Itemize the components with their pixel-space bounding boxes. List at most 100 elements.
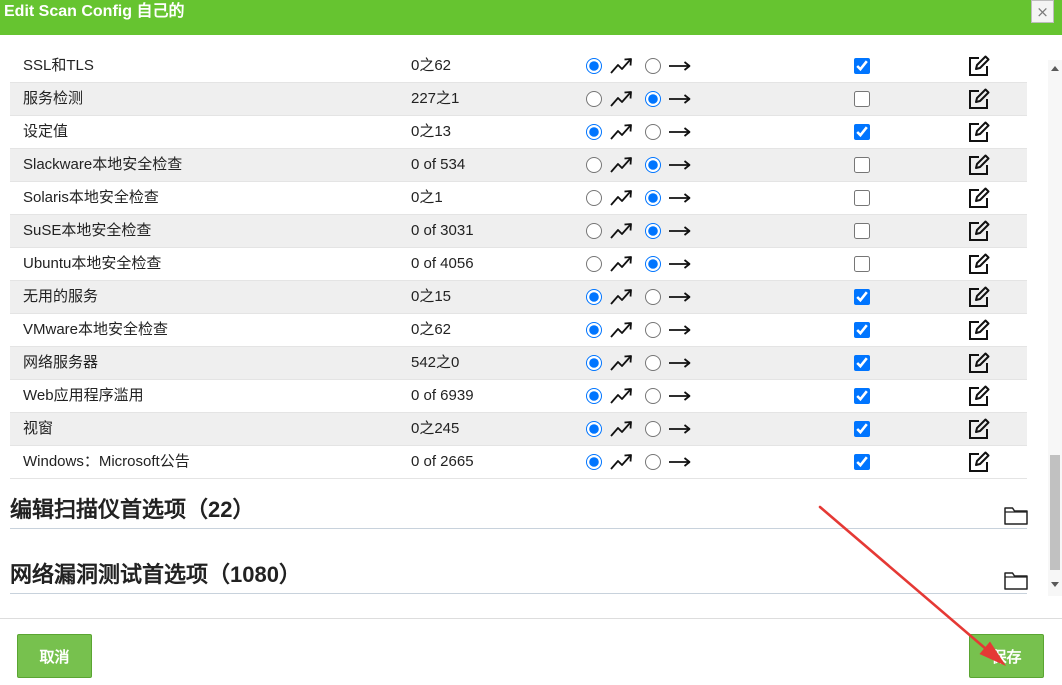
- trend-dynamic-icon: [610, 287, 634, 307]
- family-row: Ubuntu本地安全检查 0 of 4056: [10, 248, 1027, 281]
- save-button[interactable]: 保存: [969, 634, 1044, 678]
- edit-icon[interactable]: [968, 385, 990, 407]
- select-all-nvts-checkbox[interactable]: [854, 322, 870, 338]
- family-name: 无用的服务: [23, 288, 99, 305]
- trend-static-radio[interactable]: [645, 157, 661, 173]
- trend-dynamic-icon: [610, 155, 634, 175]
- scrollbar-thumb[interactable]: [1050, 455, 1060, 570]
- cancel-button[interactable]: 取消: [17, 634, 92, 678]
- family-row: 视窗 0之245: [10, 413, 1027, 446]
- close-button[interactable]: ×: [1031, 0, 1054, 23]
- edit-icon[interactable]: [968, 451, 990, 473]
- trend-dynamic-radio[interactable]: [586, 454, 602, 470]
- family-nvt-count: 0 of 534: [411, 156, 466, 173]
- select-all-nvts-checkbox[interactable]: [854, 355, 870, 371]
- trend-static-radio[interactable]: [645, 355, 661, 371]
- trend-static-radio[interactable]: [645, 256, 661, 272]
- nvt-preferences-section[interactable]: 网络漏洞测试首选项（1080）: [10, 560, 1028, 594]
- edit-icon[interactable]: [968, 88, 990, 110]
- trend-static-icon: [668, 188, 692, 208]
- trend-static-radio[interactable]: [645, 454, 661, 470]
- edit-icon[interactable]: [968, 253, 990, 275]
- family-row: 无用的服务 0之15: [10, 281, 1027, 314]
- folder-icon[interactable]: [1004, 505, 1028, 525]
- edit-icon[interactable]: [968, 55, 990, 77]
- edit-icon[interactable]: [968, 319, 990, 341]
- trend-dynamic-radio[interactable]: [586, 256, 602, 272]
- trend-dynamic-icon: [610, 320, 634, 340]
- family-name: Windows：Microsoft公告: [23, 453, 190, 470]
- trend-static-icon: [668, 419, 692, 439]
- family-nvt-count: 0之15: [411, 288, 452, 305]
- trend-dynamic-radio[interactable]: [586, 91, 602, 107]
- trend-static-icon: [668, 320, 692, 340]
- vertical-scrollbar[interactable]: [1048, 60, 1062, 596]
- family-name: Web应用程序滥用: [23, 387, 144, 404]
- edit-icon[interactable]: [968, 154, 990, 176]
- select-all-nvts-checkbox[interactable]: [854, 190, 870, 206]
- trend-static-icon: [668, 254, 692, 274]
- edit-icon[interactable]: [968, 220, 990, 242]
- trend-dynamic-radio[interactable]: [586, 223, 602, 239]
- family-name: SuSE本地安全检查: [23, 222, 152, 239]
- select-all-nvts-checkbox[interactable]: [854, 124, 870, 140]
- family-row: SSL和TLS 0之62: [10, 50, 1027, 83]
- select-all-nvts-checkbox[interactable]: [854, 388, 870, 404]
- folder-icon[interactable]: [1004, 570, 1028, 590]
- select-all-nvts-checkbox[interactable]: [854, 223, 870, 239]
- trend-dynamic-radio[interactable]: [586, 157, 602, 173]
- scanner-preferences-section[interactable]: 编辑扫描仪首选项（22）: [10, 495, 1028, 529]
- trend-static-radio[interactable]: [645, 58, 661, 74]
- family-name: 服务检测: [23, 90, 84, 107]
- trend-static-radio[interactable]: [645, 289, 661, 305]
- select-all-nvts-checkbox[interactable]: [854, 256, 870, 272]
- trend-static-radio[interactable]: [645, 91, 661, 107]
- family-nvt-count: 227之1: [411, 90, 460, 107]
- family-name: 视窗: [23, 420, 54, 437]
- select-all-nvts-checkbox[interactable]: [854, 91, 870, 107]
- family-row: VMware本地安全检查 0之62: [10, 314, 1027, 347]
- trend-static-icon: [668, 287, 692, 307]
- trend-dynamic-radio[interactable]: [586, 289, 602, 305]
- trend-dynamic-icon: [610, 56, 634, 76]
- trend-dynamic-radio[interactable]: [586, 421, 602, 437]
- trend-dynamic-icon: [610, 254, 634, 274]
- edit-icon[interactable]: [968, 121, 990, 143]
- select-all-nvts-checkbox[interactable]: [854, 421, 870, 437]
- edit-icon[interactable]: [968, 352, 990, 374]
- trend-static-icon: [668, 122, 692, 142]
- close-icon: ×: [1036, 2, 1049, 21]
- trend-dynamic-radio[interactable]: [586, 190, 602, 206]
- select-all-nvts-checkbox[interactable]: [854, 454, 870, 470]
- select-all-nvts-checkbox[interactable]: [854, 58, 870, 74]
- section-divider: [10, 528, 1027, 529]
- family-nvt-count: 0之13: [411, 123, 452, 140]
- scroll-down-arrow-icon[interactable]: [1051, 582, 1059, 587]
- family-row: SuSE本地安全检查 0 of 3031: [10, 215, 1027, 248]
- trend-static-radio[interactable]: [645, 322, 661, 338]
- scroll-up-arrow-icon[interactable]: [1051, 66, 1059, 71]
- trend-static-radio[interactable]: [645, 190, 661, 206]
- edit-icon[interactable]: [968, 187, 990, 209]
- trend-dynamic-icon: [610, 89, 634, 109]
- trend-static-radio[interactable]: [645, 223, 661, 239]
- trend-dynamic-radio[interactable]: [586, 322, 602, 338]
- trend-dynamic-icon: [610, 122, 634, 142]
- trend-static-radio[interactable]: [645, 421, 661, 437]
- select-all-nvts-checkbox[interactable]: [854, 289, 870, 305]
- dialog-title: Edit Scan Config 自己的: [4, 3, 185, 20]
- family-name: SSL和TLS: [23, 57, 94, 74]
- family-row: Web应用程序滥用 0 of 6939: [10, 380, 1027, 413]
- trend-dynamic-radio[interactable]: [586, 58, 602, 74]
- trend-dynamic-radio[interactable]: [586, 388, 602, 404]
- trend-static-radio[interactable]: [645, 124, 661, 140]
- edit-icon[interactable]: [968, 286, 990, 308]
- edit-icon[interactable]: [968, 418, 990, 440]
- family-nvt-count: 0 of 4056: [411, 255, 474, 272]
- family-name: Slackware本地安全检查: [23, 156, 183, 173]
- trend-static-radio[interactable]: [645, 388, 661, 404]
- trend-dynamic-radio[interactable]: [586, 355, 602, 371]
- family-name: 网络服务器: [23, 354, 99, 371]
- select-all-nvts-checkbox[interactable]: [854, 157, 870, 173]
- trend-dynamic-radio[interactable]: [586, 124, 602, 140]
